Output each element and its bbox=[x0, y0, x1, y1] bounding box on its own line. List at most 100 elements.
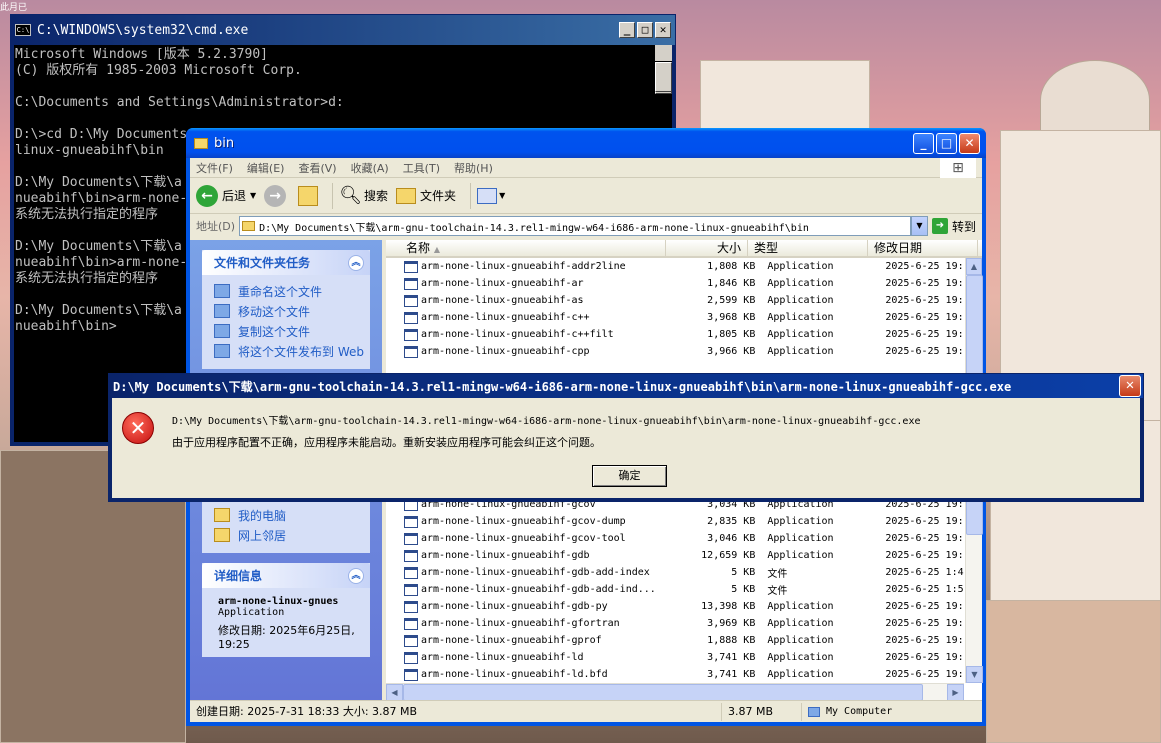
forward-button[interactable]: → bbox=[264, 184, 290, 207]
folders-button[interactable]: 文件夹 bbox=[396, 187, 456, 204]
column-size[interactable]: 大小 bbox=[666, 240, 748, 256]
place-label: 我的电脑 bbox=[238, 508, 287, 523]
collapse-chevron-icon[interactable]: ︽ bbox=[348, 254, 364, 271]
menu-item[interactable]: 帮助(H) bbox=[454, 160, 493, 176]
file-type: Application bbox=[767, 278, 834, 289]
file-size: 5 KB bbox=[731, 584, 756, 595]
file-name: arm-none-linux-gnueabihf-ld bbox=[421, 652, 584, 663]
status-bar: 创建日期: 2025-7-31 18:33 大小: 3.87 MB 3.87 M… bbox=[190, 700, 982, 722]
menu-item[interactable]: 查看(V) bbox=[298, 160, 336, 176]
file-size: 1,808 KB bbox=[707, 261, 756, 272]
file-row[interactable]: arm-none-linux-gnueabihf-ld 3,741 KB Appli… bbox=[386, 649, 964, 666]
menu-item[interactable]: 编辑(E) bbox=[247, 160, 285, 176]
views-button[interactable]: ▼ bbox=[477, 187, 505, 204]
task-link[interactable]: 将这个文件发布到 Web bbox=[214, 341, 370, 361]
close-button[interactable]: ✕ bbox=[1119, 375, 1141, 397]
file-row[interactable]: arm-none-linux-gnueabihf-cpp 3,966 KB Appl… bbox=[386, 343, 964, 360]
maximize-button[interactable]: □ bbox=[936, 132, 957, 154]
menu-item[interactable]: 文件(F) bbox=[196, 160, 233, 176]
minimize-button[interactable]: _ bbox=[913, 132, 934, 154]
column-type[interactable]: 类型 bbox=[748, 240, 868, 256]
file-row[interactable]: arm-none-linux-gnueabihf-gfortran 3,969 K… bbox=[386, 615, 964, 632]
horizontal-scrollbar[interactable]: ◀ ▶ bbox=[386, 683, 964, 701]
file-row[interactable]: arm-none-linux-gnueabihf-addr2line 1,808 … bbox=[386, 258, 964, 275]
cmd-icon: C:\ bbox=[15, 24, 31, 36]
menu-item[interactable]: 工具(T) bbox=[403, 160, 440, 176]
file-name: arm-none-linux-gnueabihf-c++filt bbox=[421, 329, 614, 340]
desktop-corner-text: 此月已 bbox=[0, 3, 28, 13]
task-icon bbox=[214, 304, 230, 318]
file-tasks-list: 重命名这个文件 移动这个文件 复制这个文件 将这个文件发布到 Web bbox=[202, 275, 370, 369]
file-name: arm-none-linux-gnueabihf-ld.bfd bbox=[421, 669, 608, 680]
building-dome bbox=[1040, 60, 1150, 140]
file-tasks-title: 文件和文件夹任务 bbox=[214, 256, 311, 270]
ok-button[interactable]: 确定 bbox=[592, 465, 667, 487]
file-row[interactable]: arm-none-linux-gnueabihf-gcov-dump 2,835 … bbox=[386, 513, 964, 530]
file-row[interactable]: arm-none-linux-gnueabihf-gdb 12,659 KB App… bbox=[386, 547, 964, 564]
explorer-title: bin bbox=[214, 135, 235, 151]
file-tasks-header[interactable]: 文件和文件夹任务 ︽ bbox=[202, 250, 370, 275]
file-tasks-panel: 文件和文件夹任务 ︽ 重命名这个文件 移动这个文件 复制这个文件 将这个文件发布到 We… bbox=[202, 250, 370, 369]
file-row[interactable]: arm-none-linux-gnueabihf-gcov-tool 3,046 … bbox=[386, 530, 964, 547]
place-link[interactable]: 网上邻居 bbox=[214, 525, 370, 545]
explorer-titlebar[interactable]: bin _ □ ✕ bbox=[186, 128, 986, 158]
search-button[interactable]: 🔍︎ 搜索 bbox=[339, 185, 388, 206]
dropdown-icon[interactable]: ▼ bbox=[250, 191, 256, 200]
back-arrow-icon: ← bbox=[196, 184, 218, 207]
file-row[interactable]: arm-none-linux-gnueabihf-ar 1,846 KB Appli… bbox=[386, 275, 964, 292]
dialog-titlebar[interactable]: D:\My Documents\下载\arm-gnu-toolchain-14.… bbox=[109, 374, 1143, 398]
file-row[interactable]: arm-none-linux-gnueabihf-gdb-py 13,398 KB… bbox=[386, 598, 964, 615]
folders-label: 文件夹 bbox=[420, 189, 457, 203]
task-link[interactable]: 移动这个文件 bbox=[214, 301, 370, 321]
file-size: 5 KB bbox=[731, 567, 756, 578]
scroll-thumb[interactable] bbox=[403, 684, 923, 701]
menu-item[interactable]: 收藏(A) bbox=[351, 160, 389, 176]
file-row[interactable]: arm-none-linux-gnueabihf-c++filt 1,805 KB… bbox=[386, 326, 964, 343]
windows-logo-icon: ⊞ bbox=[940, 158, 976, 178]
file-row[interactable]: arm-none-linux-gnueabihf-ld.bfd 3,741 KB A… bbox=[386, 666, 964, 683]
file-type: Application bbox=[767, 329, 834, 340]
close-button[interactable]: ✕ bbox=[655, 22, 671, 38]
application-icon bbox=[404, 515, 418, 528]
file-row[interactable]: arm-none-linux-gnueabihf-gprof 1,888 KB Ap… bbox=[386, 632, 964, 649]
place-link[interactable]: 我的电脑 bbox=[214, 505, 370, 525]
file-size: 13,398 KB bbox=[701, 601, 756, 612]
go-button[interactable]: ➜ 转到 bbox=[931, 218, 976, 235]
file-type: Application bbox=[767, 516, 834, 527]
file-row[interactable]: arm-none-linux-gnueabihf-gdb-add-ind... 5… bbox=[386, 581, 964, 598]
scroll-thumb[interactable] bbox=[655, 62, 672, 92]
dialog-message: 由于应用程序配置不正确，应用程序未能启动。重新安装应用程序可能会纠正这个问题。 bbox=[172, 436, 601, 449]
column-name[interactable]: 名称 ▲ bbox=[386, 240, 666, 256]
file-row[interactable]: arm-none-linux-gnueabihf-c++ 3,968 KB Appl… bbox=[386, 309, 964, 326]
scroll-down-icon[interactable]: ▼ bbox=[966, 666, 983, 683]
task-link[interactable]: 重命名这个文件 bbox=[214, 281, 370, 301]
task-link[interactable]: 复制这个文件 bbox=[214, 321, 370, 341]
toolbar: ← 后退 ▼ → 🔍︎ 搜索 文件夹 ▼ bbox=[190, 178, 982, 214]
column-modified[interactable]: 修改日期 bbox=[868, 240, 978, 256]
address-field[interactable]: D:\My Documents\下载\arm-gnu-toolchain-14.… bbox=[239, 216, 911, 236]
scroll-left-icon[interactable]: ◀ bbox=[386, 684, 403, 701]
menu-bar: 文件(F) 编辑(E) 查看(V) 收藏(A) 工具(T) 帮助(H) ⊞ bbox=[190, 158, 982, 178]
collapse-chevron-icon[interactable]: ︽ bbox=[348, 567, 364, 584]
up-button[interactable] bbox=[298, 185, 319, 206]
close-button[interactable]: ✕ bbox=[959, 132, 980, 154]
file-row[interactable]: arm-none-linux-gnueabihf-as 2,599 KB Appli… bbox=[386, 292, 964, 309]
file-size: 2,599 KB bbox=[707, 295, 756, 306]
details-header[interactable]: 详细信息 ︽ bbox=[202, 563, 370, 588]
file-modified: 2025-6-25 1:58 bbox=[885, 584, 964, 595]
file-modified: 2025-6-25 19:2 bbox=[885, 652, 964, 663]
cmd-scrollbar[interactable]: ▲ bbox=[655, 45, 672, 94]
application-icon bbox=[404, 549, 418, 562]
address-dropdown-icon[interactable]: ▼ bbox=[910, 216, 928, 236]
error-dialog[interactable]: D:\My Documents\下载\arm-gnu-toolchain-14.… bbox=[108, 373, 1144, 502]
scroll-up-icon[interactable]: ▲ bbox=[966, 258, 982, 275]
maximize-button[interactable]: □ bbox=[637, 22, 653, 38]
minimize-button[interactable]: _ bbox=[619, 22, 635, 38]
cmd-titlebar[interactable]: C:\ C:\WINDOWS\system32\cmd.exe _ □ ✕ bbox=[11, 15, 675, 45]
scroll-right-icon[interactable]: ▶ bbox=[947, 684, 964, 701]
file-modified: 2025-6-25 1:46 bbox=[885, 567, 964, 578]
back-button[interactable]: ← 后退 ▼ bbox=[196, 184, 256, 207]
file-modified: 2025-6-25 19:2 bbox=[885, 346, 964, 357]
file-row[interactable]: arm-none-linux-gnueabihf-gdb-add-index 5 … bbox=[386, 564, 964, 581]
file-type: Application bbox=[767, 550, 834, 561]
